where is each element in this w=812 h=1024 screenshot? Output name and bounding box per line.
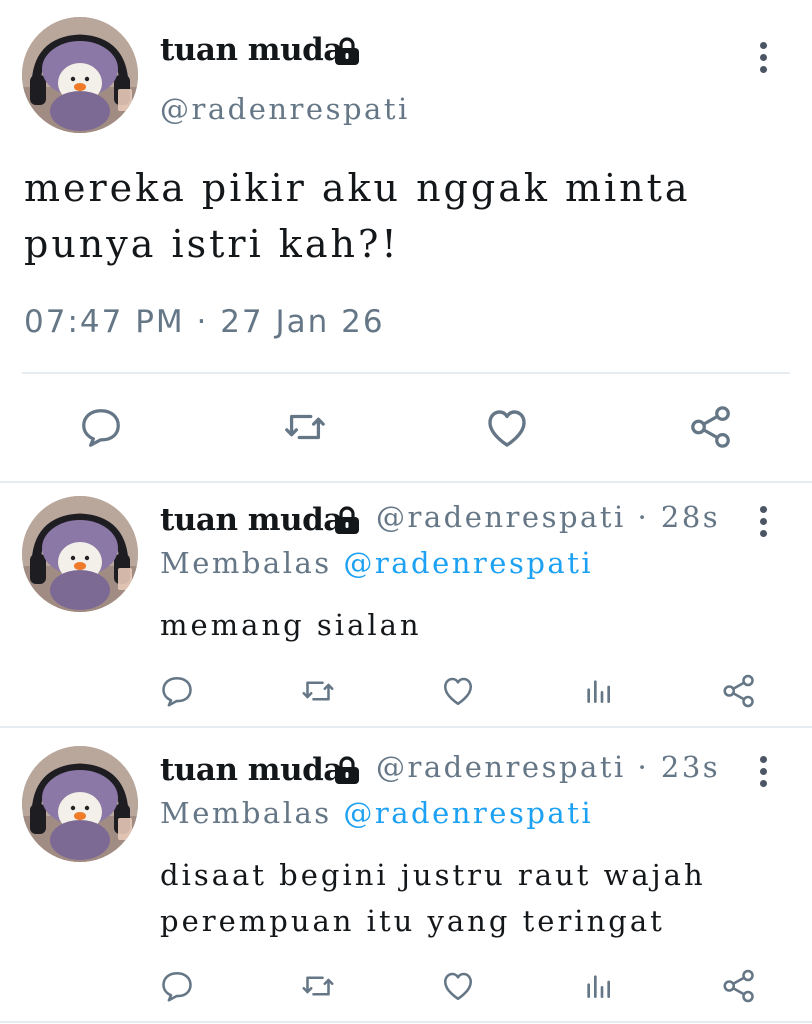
avatar-image (22, 746, 138, 862)
display-name[interactable]: tuan muda (160, 752, 343, 788)
retweet-icon[interactable] (299, 968, 337, 1004)
tweet-timestamp[interactable]: 07:47 PM · 27 Jan 26 (24, 304, 385, 340)
user-handle[interactable]: @radenrespati (376, 500, 626, 534)
user-handle[interactable]: @radenrespati (160, 92, 410, 126)
more-vertical-icon[interactable] (759, 506, 769, 538)
retweet-icon[interactable] (280, 404, 330, 450)
reply-text: disaat begini justru raut wajah perempua… (160, 852, 780, 944)
avatar-image (22, 496, 138, 612)
replying-to-handle[interactable]: @radenrespati (343, 546, 593, 580)
more-vertical-icon[interactable] (759, 42, 769, 74)
reply-time: · 23s (637, 750, 721, 784)
reply-header-meta: @radenrespati · 23s (376, 750, 720, 784)
lock-icon (332, 505, 362, 535)
reply-text-line: perempuan itu yang teringat (160, 904, 665, 938)
reply-text-line: disaat begini justru raut wajah (160, 858, 706, 892)
avatar[interactable] (22, 496, 138, 612)
divider (0, 481, 812, 483)
retweet-icon[interactable] (299, 673, 337, 709)
divider (0, 726, 812, 728)
like-icon[interactable] (483, 404, 531, 452)
tweet-text: mereka pikir aku nggak minta punya istri… (24, 166, 691, 266)
lock-icon (332, 755, 362, 785)
replying-to-handle[interactable]: @radenrespati (343, 796, 593, 830)
analytics-icon[interactable] (582, 673, 614, 709)
like-icon[interactable] (440, 968, 476, 1004)
replying-prefix: Membalas (160, 546, 332, 580)
more-vertical-icon[interactable] (759, 756, 769, 788)
avatar[interactable] (22, 746, 138, 862)
share-icon[interactable] (721, 968, 757, 1004)
analytics-icon[interactable] (582, 968, 614, 1004)
replying-to: Membalas @radenrespati (160, 796, 593, 830)
reply-time: · 28s (637, 500, 721, 534)
reply-icon[interactable] (159, 968, 195, 1004)
replying-prefix: Membalas (160, 796, 332, 830)
lock-icon (332, 36, 362, 66)
avatar-image (22, 17, 138, 133)
avatar[interactable] (22, 17, 138, 133)
reply-header-meta: @radenrespati · 28s (376, 500, 720, 534)
reply-icon[interactable] (78, 404, 124, 450)
user-handle[interactable]: @radenrespati (376, 750, 626, 784)
reply-icon[interactable] (159, 673, 195, 709)
display-name[interactable]: tuan muda (160, 32, 343, 68)
reply-text: memang sialan (160, 608, 422, 642)
replying-to: Membalas @radenrespati (160, 546, 593, 580)
divider (22, 372, 790, 374)
divider (0, 1021, 812, 1023)
share-icon[interactable] (688, 404, 734, 450)
share-icon[interactable] (721, 673, 757, 709)
display-name[interactable]: tuan muda (160, 502, 343, 538)
like-icon[interactable] (440, 673, 476, 709)
